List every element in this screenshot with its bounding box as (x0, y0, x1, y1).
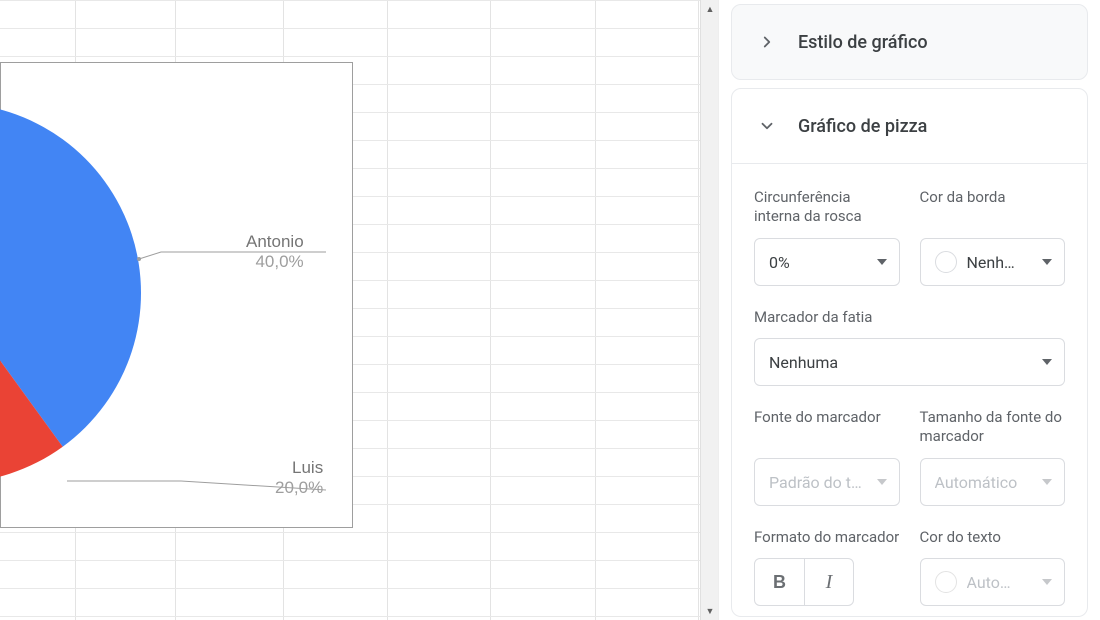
caret-down-icon (1042, 359, 1052, 365)
chevron-down-icon (754, 113, 780, 139)
slice-label-select[interactable]: Nenhuma (754, 338, 1065, 386)
label-format-toggle-group: B I (754, 558, 854, 606)
label-font-size-label: Tamanho da fonte do marcador (920, 408, 1066, 448)
scroll-up-icon[interactable]: ▲ (701, 0, 719, 18)
section-pie-body: Circunferência interna da rosca 0% Cor d… (731, 164, 1088, 617)
color-swatch-icon (935, 251, 957, 273)
border-color-label: Cor da borda (920, 188, 1066, 228)
slice-callout-luis: Luis 20,0% (275, 458, 323, 497)
label-font-select: Padrão do te… (754, 458, 900, 506)
color-swatch-icon (935, 571, 957, 593)
slice-callout-antonio: Antonio 40,0% (246, 232, 304, 271)
section-chart-style[interactable]: Estilo de gráfico (731, 4, 1088, 80)
section-title: Gráfico de pizza (798, 116, 927, 137)
slice-label: Antonio (246, 232, 304, 251)
caret-down-icon (1042, 259, 1052, 265)
caret-down-icon (1042, 479, 1052, 485)
text-color-label: Cor do texto (920, 528, 1066, 548)
border-color-select[interactable]: Nenh… (920, 238, 1066, 286)
scroll-down-icon[interactable]: ▼ (701, 602, 719, 620)
italic-button[interactable]: I (804, 559, 853, 605)
bold-button[interactable]: B (755, 559, 804, 605)
label-font-size-select: Automático (920, 458, 1066, 506)
donut-hole-label: Circunferência interna da rosca (754, 188, 900, 228)
slice-label-label: Marcador da fatia (754, 308, 1065, 328)
slice-label: Luis (292, 458, 323, 477)
label-format-label: Formato do marcador (754, 528, 900, 548)
app-root: Antonio 40,0% Luis 20,0% ▲ ▼ Estilo de g… (0, 0, 1100, 620)
section-title: Estilo de gráfico (798, 32, 928, 53)
chart-editor-panel: Estilo de gráfico Gráfico de pizza Circu… (718, 0, 1100, 620)
caret-down-icon (877, 259, 887, 265)
text-color-select: Auto… (920, 558, 1066, 606)
sheet-vertical-scrollbar[interactable]: ▲ ▼ (700, 0, 718, 620)
donut-hole-select[interactable]: 0% (754, 238, 900, 286)
pie-chart[interactable]: Antonio 40,0% Luis 20,0% (0, 62, 353, 528)
caret-down-icon (877, 479, 887, 485)
label-font-label: Fonte do marcador (754, 408, 900, 448)
caret-down-icon (1042, 579, 1052, 585)
slice-value: 40,0% (246, 252, 304, 272)
slice-value: 20,0% (275, 478, 323, 498)
section-pie-chart[interactable]: Gráfico de pizza (731, 88, 1088, 164)
chevron-right-icon (754, 29, 780, 55)
